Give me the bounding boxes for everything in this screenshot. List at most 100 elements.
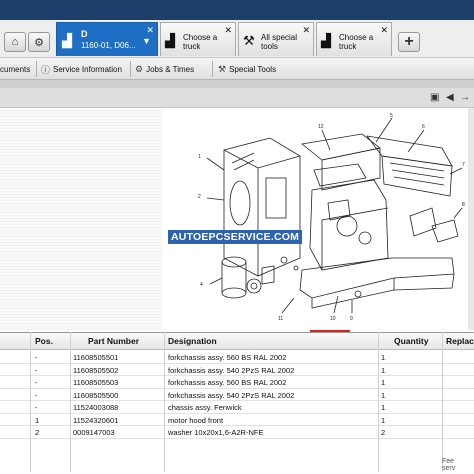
tab-choose-truck-1[interactable]: ✕ ▟ Choose a truck <box>160 22 236 56</box>
tab-all-special-tools[interactable]: ✕ ⚒ All special tools <box>238 22 314 56</box>
table-row[interactable]: - 11608505502 forkchassis assy. 540 2PzS… <box>0 364 474 376</box>
feedback-link[interactable]: Fee serv <box>442 458 455 472</box>
exploded-parts-drawing[interactable]: 123 456 789 101112 <box>162 108 474 330</box>
table-row[interactable]: - 11608505501 forkchassis assy. 560 BS R… <box>0 351 474 364</box>
cell-designation: chassis assy. Fenwick <box>168 403 242 412</box>
cell-part-number: 11608505503 <box>73 378 119 387</box>
tab-strip: ⌂ ⚙ ✕ ▟ D 1160-01, D06... ▼ ✕ ▟ Choose a… <box>0 20 474 58</box>
documents-button[interactable]: cuments <box>0 62 30 76</box>
svg-text:2: 2 <box>198 194 201 200</box>
cell-designation: motor hood front <box>168 415 224 425</box>
col-replacement[interactable]: Replac <box>446 336 474 346</box>
cell-pos: - <box>35 403 38 412</box>
column-divider <box>70 332 71 472</box>
separator-band <box>0 80 474 88</box>
service-information-button[interactable]: ⓘ Service Information <box>41 62 122 76</box>
col-quantity[interactable]: Quantity <box>394 336 428 346</box>
col-designation[interactable]: Designation <box>168 336 217 346</box>
tab-label: Choose a truck <box>339 33 374 51</box>
cell-part-number: 11524320601 <box>73 415 119 425</box>
documents-label: cuments <box>0 64 31 74</box>
column-divider <box>378 332 379 472</box>
close-icon[interactable]: ✕ <box>146 25 154 36</box>
jobs-icon: ⚙ <box>135 63 144 74</box>
special-tools-label: Special Tools <box>229 64 277 74</box>
filter-icon[interactable]: ▼ <box>142 36 151 46</box>
drawing-scrollbar[interactable] <box>468 108 474 330</box>
column-divider <box>164 332 165 472</box>
svg-text:6: 6 <box>422 124 425 130</box>
col-pos[interactable]: Pos. <box>35 336 53 346</box>
settings-gear-icon[interactable]: ⚙ <box>28 32 50 52</box>
table-row[interactable]: - 11608505503 forkchassis assy. 560 BS R… <box>0 376 474 389</box>
back-arrow-icon[interactable]: ◀ <box>446 92 454 103</box>
cell-designation: forkchassis assy. 540 2PzS RAL 2002 <box>168 390 295 400</box>
add-tab-icon[interactable]: + <box>398 32 420 52</box>
home-icon[interactable]: ⌂ <box>4 32 26 52</box>
wrench-icon: ⚒ <box>243 33 255 48</box>
col-part-number[interactable]: Part Number <box>88 336 139 346</box>
forward-arrow-icon[interactable]: → <box>460 92 470 103</box>
column-divider <box>30 332 31 472</box>
svg-text:5: 5 <box>390 113 393 119</box>
cell-quantity: 1 <box>381 390 386 400</box>
special-tools-button[interactable]: ⚒ Special Tools <box>218 62 276 76</box>
cell-part-number: 11524003088 <box>73 403 119 412</box>
cell-pos: - <box>35 365 38 375</box>
watermark-banner: AUTOEPCSERVICE.COM <box>168 230 303 244</box>
cell-part-number: 0009147003 <box>73 428 115 437</box>
parts-diagram-svg: 123 456 789 101112 <box>198 113 465 322</box>
jobs-times-label: Jobs & Times <box>146 64 195 74</box>
cell-part-number: 11608505500 <box>73 390 119 400</box>
page-icon[interactable]: ▣ <box>430 92 439 103</box>
cell-designation: forkchassis assy. 560 BS RAL 2002 <box>168 378 287 387</box>
forklift-icon: ▟ <box>62 33 72 48</box>
cell-quantity: 1 <box>381 353 386 362</box>
cell-part-number: 11608505501 <box>73 353 119 362</box>
forklift-icon: ▟ <box>165 33 175 48</box>
cell-pos: - <box>35 390 38 400</box>
cell-designation: washer 10x20x1,6-A2R-NFE <box>168 428 264 437</box>
tab-label: Choose a truck <box>183 33 218 51</box>
tab-choose-truck-2[interactable]: ✕ ▟ Choose a truck <box>316 22 392 56</box>
cell-pos: - <box>35 378 38 387</box>
svg-text:12: 12 <box>318 124 324 130</box>
info-icon: ⓘ <box>41 64 51 75</box>
service-information-label: Service Information <box>53 64 122 74</box>
cell-quantity: 1 <box>381 415 386 425</box>
forklift-icon: ▟ <box>321 33 331 48</box>
column-divider <box>442 332 443 472</box>
parts-table: Pos. Part Number Designation Quantity Re… <box>0 332 474 474</box>
feedback-label: Fee <box>442 458 455 465</box>
cell-pos: - <box>35 353 38 362</box>
divider <box>36 61 37 77</box>
jobs-times-button[interactable]: ⚙ Jobs & Times <box>135 62 194 76</box>
tab-title: D <box>81 29 88 39</box>
tab-label: All special tools <box>261 33 298 51</box>
svg-text:9: 9 <box>350 316 353 322</box>
wrench-icon: ⚒ <box>218 63 227 74</box>
title-bar <box>0 0 474 22</box>
cell-designation: forkchassis assy. 560 BS RAL 2002 <box>168 353 287 362</box>
cell-part-number: 11608505502 <box>73 365 119 375</box>
divider <box>212 61 213 77</box>
tab-active-truck[interactable]: ✕ ▟ D 1160-01, D06... ▼ <box>56 22 158 56</box>
cell-pos: 1 <box>35 415 40 425</box>
svg-text:11: 11 <box>278 316 283 322</box>
cell-designation: forkchassis assy. 540 2PzS RAL 2002 <box>168 365 295 375</box>
cell-quantity: 1 <box>381 365 386 375</box>
cell-pos: 2 <box>35 428 40 437</box>
cell-quantity: 2 <box>381 428 386 437</box>
svg-text:4: 4 <box>200 282 203 288</box>
svg-text:1: 1 <box>198 154 201 160</box>
table-header: Pos. Part Number Designation Quantity Re… <box>0 333 474 350</box>
table-row[interactable]: 1 11524320601 motor hood front 1 <box>0 414 474 426</box>
svg-text:8: 8 <box>462 202 465 208</box>
drawing-toolbar: ▣ ◀ → <box>0 88 474 108</box>
table-row[interactable]: 2 0009147003 washer 10x20x1,6-A2R-NFE 2 <box>0 426 474 439</box>
navigation-pane <box>0 108 162 330</box>
divider <box>130 61 131 77</box>
table-row[interactable]: - 11524003088 chassis assy. Fenwick 1 <box>0 401 474 414</box>
cell-quantity: 1 <box>381 403 386 412</box>
table-row[interactable]: - 11608505500 forkchassis assy. 540 2PzS… <box>0 389 474 401</box>
